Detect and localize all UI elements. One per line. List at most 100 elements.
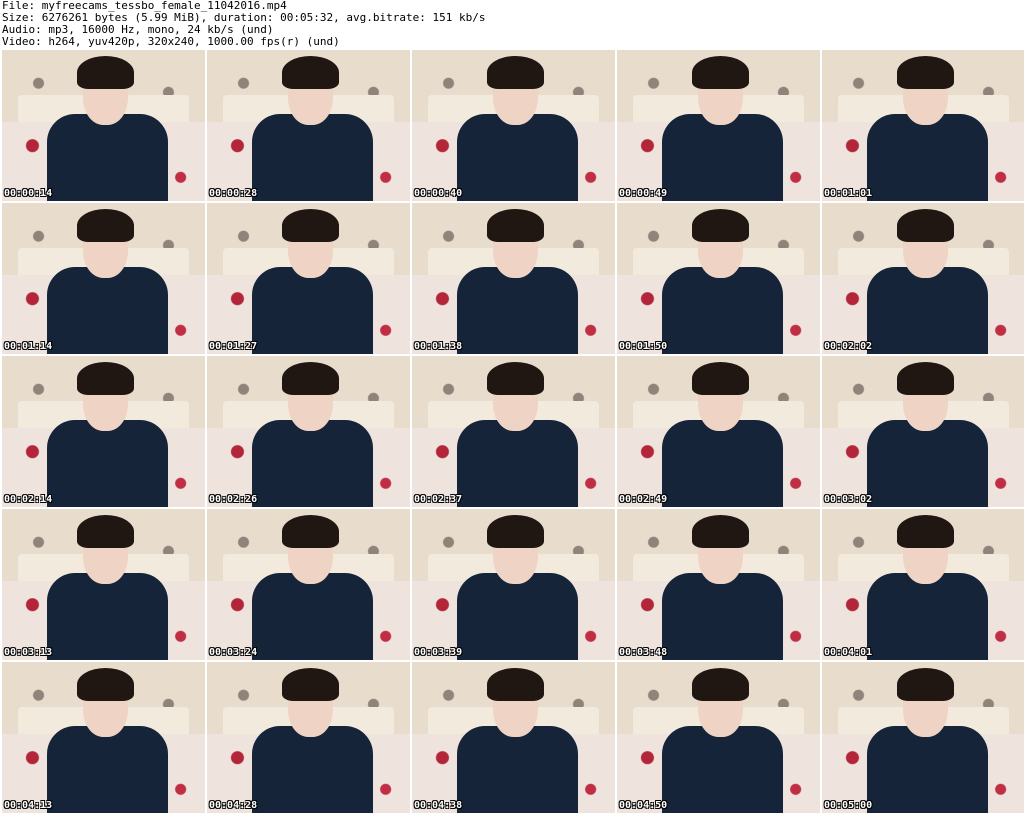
video-thumbnail[interactable]: 00:03:39 <box>412 509 615 660</box>
thumbnail-person-hair <box>897 362 954 396</box>
thumbnail-person-hair <box>487 56 544 90</box>
thumbnail-person-hair <box>77 362 134 396</box>
thumbnail-person-shirt <box>661 726 784 813</box>
video-thumbnail[interactable]: 00:03:13 <box>2 509 205 660</box>
video-thumbnail[interactable]: 00:04:01 <box>822 509 1024 660</box>
thumbnail-timestamp: 00:00:40 <box>414 188 463 199</box>
thumbnail-person-hair <box>692 56 749 90</box>
thumbnail-person-shirt <box>251 114 374 201</box>
thumbnail-person-shirt <box>456 573 579 660</box>
thumbnail-timestamp: 00:02:49 <box>619 494 668 505</box>
thumbnail-person-shirt <box>866 114 989 201</box>
video-thumbnail[interactable]: 00:05:00 <box>822 662 1024 813</box>
thumbnail-person-shirt <box>866 573 989 660</box>
video-info-line: Video: h264, yuv420p, 320x240, 1000.00 f… <box>2 35 340 48</box>
video-thumbnail[interactable]: 00:02:49 <box>617 356 820 507</box>
thumbnail-person-hair <box>487 362 544 396</box>
thumbnail-person-hair <box>487 515 544 549</box>
thumbnail-person-hair <box>282 209 339 243</box>
thumbnail-timestamp: 00:01:27 <box>209 341 258 352</box>
thumbnail-person-shirt <box>46 114 169 201</box>
thumbnail-timestamp: 00:04:50 <box>619 800 668 811</box>
thumbnail-person-shirt <box>46 726 169 813</box>
file-info-header: File: myfreecams_tessbo_female_11042016.… <box>2 0 1022 50</box>
video-thumbnail[interactable]: 00:03:24 <box>207 509 410 660</box>
video-thumbnail[interactable]: 00:02:02 <box>822 203 1024 354</box>
thumbnail-timestamp: 00:03:24 <box>209 647 258 658</box>
thumbnail-person-hair <box>487 209 544 243</box>
video-thumbnail[interactable]: 00:00:14 <box>2 50 205 201</box>
video-thumbnail[interactable]: 00:00:40 <box>412 50 615 201</box>
thumbnail-timestamp: 00:01:50 <box>619 341 668 352</box>
thumbnail-timestamp: 00:05:00 <box>824 800 873 811</box>
video-thumbnail[interactable]: 00:02:37 <box>412 356 615 507</box>
thumbnail-person-hair <box>897 515 954 549</box>
thumbnail-person-shirt <box>251 573 374 660</box>
thumbnail-person-shirt <box>661 420 784 507</box>
video-thumbnail[interactable]: 00:02:26 <box>207 356 410 507</box>
thumbnail-timestamp: 00:00:49 <box>619 188 668 199</box>
thumbnail-person-hair <box>282 515 339 549</box>
video-thumbnail[interactable]: 00:03:48 <box>617 509 820 660</box>
video-thumbnail[interactable]: 00:01:50 <box>617 203 820 354</box>
thumbnail-timestamp: 00:00:14 <box>4 188 53 199</box>
thumbnail-person-hair <box>77 209 134 243</box>
video-thumbnail[interactable]: 00:01:01 <box>822 50 1024 201</box>
thumbnail-timestamp: 00:01:38 <box>414 341 463 352</box>
thumbnail-timestamp: 00:04:38 <box>414 800 463 811</box>
video-thumbnail[interactable]: 00:03:02 <box>822 356 1024 507</box>
thumbnail-timestamp: 00:04:01 <box>824 647 873 658</box>
video-thumbnail[interactable]: 00:01:14 <box>2 203 205 354</box>
thumbnail-timestamp: 00:03:13 <box>4 647 53 658</box>
thumbnail-grid: 00:00:14 00:00:28 00:00:40 00:00:49 00:01:01… <box>0 50 1024 813</box>
thumbnail-person-hair <box>692 515 749 549</box>
thumbnail-person-shirt <box>661 573 784 660</box>
thumbnail-person-shirt <box>456 267 579 354</box>
thumbnail-person-shirt <box>866 726 989 813</box>
thumbnail-person-hair <box>282 362 339 396</box>
thumbnail-timestamp: 00:03:48 <box>619 647 668 658</box>
thumbnail-person-shirt <box>251 726 374 813</box>
thumbnail-person-hair <box>692 209 749 243</box>
thumbnail-person-shirt <box>866 267 989 354</box>
thumbnail-person-shirt <box>456 114 579 201</box>
video-thumbnail[interactable]: 00:04:13 <box>2 662 205 813</box>
thumbnail-timestamp: 00:04:13 <box>4 800 53 811</box>
thumbnail-timestamp: 00:03:02 <box>824 494 873 505</box>
thumbnail-person-shirt <box>46 267 169 354</box>
thumbnail-timestamp: 00:00:28 <box>209 188 258 199</box>
thumbnail-person-hair <box>77 515 134 549</box>
thumbnail-person-shirt <box>46 420 169 507</box>
video-thumbnail[interactable]: 00:02:14 <box>2 356 205 507</box>
thumbnail-timestamp: 00:02:37 <box>414 494 463 505</box>
thumbnail-person-hair <box>897 209 954 243</box>
video-thumbnail[interactable]: 00:04:28 <box>207 662 410 813</box>
video-thumbnail[interactable]: 00:04:50 <box>617 662 820 813</box>
thumbnail-timestamp: 00:02:02 <box>824 341 873 352</box>
video-thumbnail[interactable]: 00:01:38 <box>412 203 615 354</box>
thumbnail-person-hair <box>77 56 134 90</box>
video-thumbnail[interactable]: 00:01:27 <box>207 203 410 354</box>
thumbnail-person-hair <box>897 56 954 90</box>
thumbnail-person-hair <box>897 668 954 702</box>
thumbnail-person-hair <box>282 668 339 702</box>
thumbnail-person-shirt <box>251 267 374 354</box>
thumbnail-person-shirt <box>661 267 784 354</box>
thumbnail-person-shirt <box>46 573 169 660</box>
thumbnail-timestamp: 00:04:28 <box>209 800 258 811</box>
thumbnail-timestamp: 00:01:01 <box>824 188 873 199</box>
thumbnail-person-hair <box>692 668 749 702</box>
video-thumbnail[interactable]: 00:00:49 <box>617 50 820 201</box>
thumbnail-person-hair <box>282 56 339 90</box>
thumbnail-person-shirt <box>661 114 784 201</box>
thumbnail-person-shirt <box>456 726 579 813</box>
thumbnail-person-hair <box>487 668 544 702</box>
thumbnail-timestamp: 00:02:26 <box>209 494 258 505</box>
thumbnail-person-shirt <box>251 420 374 507</box>
video-thumbnail[interactable]: 00:00:28 <box>207 50 410 201</box>
thumbnail-person-hair <box>77 668 134 702</box>
thumbnail-person-shirt <box>456 420 579 507</box>
thumbnail-person-shirt <box>866 420 989 507</box>
video-thumbnail[interactable]: 00:04:38 <box>412 662 615 813</box>
thumbnail-timestamp: 00:03:39 <box>414 647 463 658</box>
